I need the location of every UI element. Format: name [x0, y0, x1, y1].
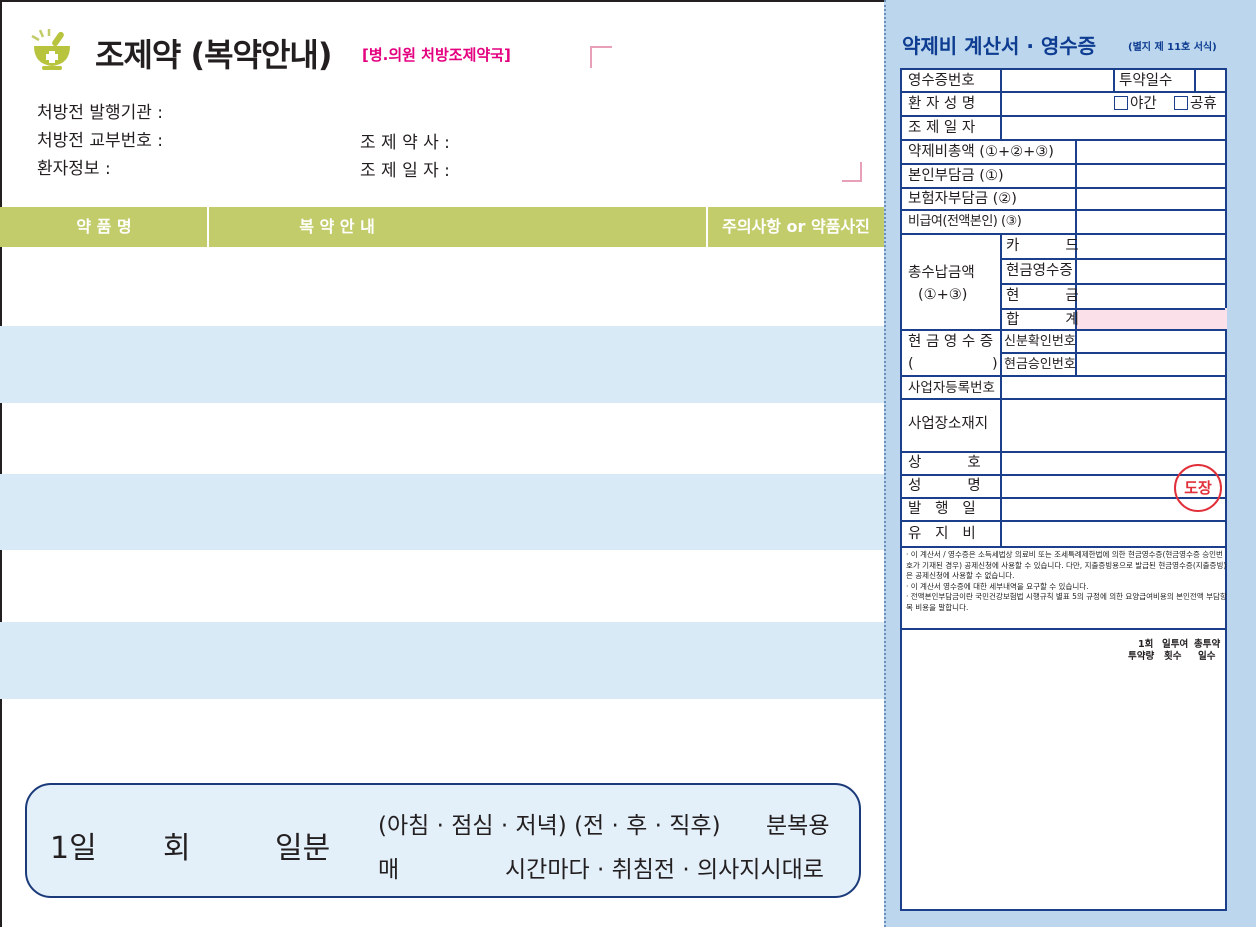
receipt-table: 영수증번호 투약일수 환 자 성 명 야간 공휴 조 제 일 자 약제비총액 (… — [900, 68, 1227, 911]
prescription-number-label: 처방전 교부번호 : — [37, 131, 164, 151]
receipt-notes: · 이 계산서 / 영수증은 소득세법상 의료비 또는 조세특례제한법에 의한 … — [906, 550, 1228, 613]
sum-label: 합 계 — [1006, 312, 1079, 328]
table-row — [0, 622, 884, 699]
dose-col-count: 횟수 — [1164, 651, 1182, 662]
dose-meal-timing: (아침 · 점심 · 저녁) (전 · 후 · 직후) — [378, 813, 721, 839]
page-subtitle: [병.의원 처방조제약국] — [362, 46, 511, 64]
holiday-checkbox[interactable]: 공휴 — [1174, 95, 1217, 113]
cash-receipt-label: 현 금 영 수 증 — [908, 334, 994, 350]
note-item: · 이 계산서 영수증에 대한 세부내역을 요구할 수 있습니다. — [906, 581, 1089, 591]
total-cost-label: 약제비총액 (①+②+③) — [908, 144, 1054, 160]
corner-mark-top — [590, 46, 612, 68]
maintenance-label: 유 지 비 — [908, 526, 976, 542]
self-pay-label: 본인부담금 (①) — [908, 168, 1004, 184]
dose-interval: 시간마다 · 취침전 · 의사지시대로 — [505, 857, 824, 883]
pharmacist-label: 조 제 약 사 : — [360, 133, 450, 153]
patient-name-label: 환 자 성 명 — [908, 96, 976, 112]
cash-receipt-amount-label: 현금영수증 — [1006, 263, 1073, 279]
dose-portion: 일분 — [275, 831, 331, 866]
non-covered-label: 비급여(전액본인) (③) — [908, 214, 1022, 229]
dose-col-days: 일수 — [1198, 651, 1216, 662]
dose-every: 매 — [378, 857, 400, 883]
business-number-label: 사업자등록번호 — [908, 380, 995, 396]
issuer-label: 처방전 발행기관 : — [37, 103, 164, 123]
page-title: 조제약 (복약안내) — [95, 36, 332, 74]
holiday-label: 공휴 — [1190, 96, 1217, 112]
approval-number-label: 현금승인번호 — [1004, 357, 1076, 372]
cash-receipt-paren-open: ( — [908, 356, 914, 372]
business-address-label: 사업장소재지 — [908, 416, 989, 432]
receipt-form-number: (별지 제 11호 서식) — [1128, 42, 1217, 53]
dose-divided: 분복용 — [766, 813, 830, 839]
corner-mark-bottom — [842, 162, 862, 182]
receipt-title: 약제비 계산서 · 영수증 — [902, 34, 1097, 58]
note-item: · 이 계산서 / 영수증은 소득세법상 의료비 또는 조세특례제한법에 의한 … — [906, 550, 1227, 580]
patient-info-label: 환자정보 : — [37, 159, 111, 179]
mortar-pestle-icon — [31, 29, 70, 70]
dispense-date-row-label: 조 제 일 자 — [908, 120, 976, 136]
table-row — [0, 326, 884, 403]
medication-table-header: 약 품 명 복 약 안 내 주의사항 or 약품사진 — [0, 207, 884, 247]
night-checkbox[interactable]: 야간 — [1114, 95, 1157, 113]
receipt-number-label: 영수증번호 — [908, 73, 975, 89]
insurer-pay-label: 보험자부담금 (②) — [908, 191, 1017, 207]
dose-day: 1일 — [50, 831, 97, 866]
issue-date-label: 발 행 일 — [908, 501, 976, 517]
dose-col-amount: 투약량 — [1128, 651, 1155, 662]
cash-label: 현 금 — [1006, 288, 1079, 304]
night-checkbox-box[interactable] — [1114, 96, 1128, 110]
total-paid-label: 총수납금액 — [908, 265, 975, 281]
table-row — [0, 474, 884, 550]
stamp-seal: 도장 — [1174, 464, 1222, 512]
name-label: 성 명 — [908, 478, 981, 494]
header-caution-photo: 주의사항 or 약품사진 — [722, 217, 870, 236]
header-drug-name: 약 품 명 — [76, 217, 132, 236]
total-paid-formula: (①+③) — [918, 287, 968, 303]
trade-name-label: 상 호 — [908, 455, 981, 471]
dispense-date-label: 조 제 일 자 : — [360, 161, 450, 181]
dose-times: 회 — [163, 831, 191, 866]
card-label: 카 드 — [1006, 238, 1079, 254]
id-number-label: 신분확인번호 — [1004, 334, 1076, 349]
dosing-days-label: 투약일수 — [1119, 73, 1173, 89]
night-label: 야간 — [1130, 96, 1157, 112]
header-dosage-guide: 복 약 안 내 — [299, 217, 375, 236]
holiday-checkbox-box[interactable] — [1174, 96, 1188, 110]
cash-receipt-paren-close: ) — [992, 356, 998, 372]
note-item: · 전액본인부담금이란 국민건강보험법 시행규칙 별표 5의 규정에 의한 요양… — [906, 592, 1227, 612]
